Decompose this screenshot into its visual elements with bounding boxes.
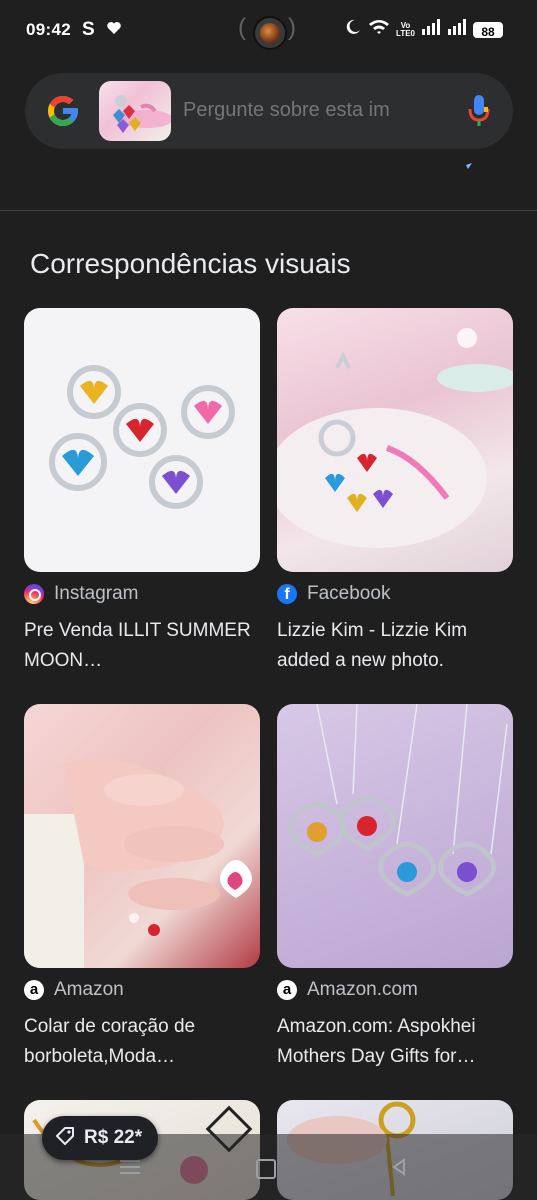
result-image[interactable] (24, 308, 260, 572)
result-card[interactable]: Instagram Pre Venda ILLIT SUMMER MOON… (24, 308, 260, 676)
microphone-icon[interactable] (467, 93, 491, 129)
search-bar[interactable] (25, 73, 513, 149)
search-input[interactable] (183, 99, 451, 122)
result-image[interactable] (277, 308, 513, 572)
result-source[interactable]: a Amazon.com (277, 978, 513, 1002)
status-icons: Vo LTE0 88 (344, 18, 503, 41)
price-label: R$ 22* (84, 1127, 143, 1148)
battery-icon: 88 (473, 21, 503, 39)
price-tag-icon (54, 1125, 76, 1152)
source-name: Amazon (54, 979, 124, 1000)
result-title[interactable]: Colar de coração de borboleta,Moda… (24, 1012, 260, 1072)
paren-right-icon: ) (288, 14, 296, 41)
moon-icon (344, 18, 362, 41)
source-name: Amazon.com (307, 979, 418, 1000)
result-card[interactable]: f Facebook Lizzie Kim - Lizzie Kim added… (277, 308, 513, 676)
amazon-icon: a (277, 980, 297, 1000)
result-source[interactable]: a Amazon (24, 978, 260, 1002)
result-image[interactable] (277, 704, 513, 968)
amazon-icon: a (24, 980, 44, 1000)
result-title[interactable]: Pre Venda ILLIT SUMMER MOON… (24, 616, 260, 676)
google-logo-icon[interactable] (45, 93, 81, 129)
result-source[interactable]: f Facebook (277, 582, 513, 606)
status-time: 09:42 (26, 20, 71, 39)
facebook-icon: f (277, 584, 297, 604)
signal-icon (421, 19, 441, 40)
instagram-icon (24, 584, 44, 604)
caret-icon (466, 158, 474, 176)
result-source[interactable]: Instagram (24, 582, 260, 606)
status-bar: 09:42 S ( ) Vo LTE0 88 (0, 0, 537, 60)
volte-indicator: Vo LTE0 (396, 20, 415, 38)
result-card[interactable]: a Amazon Colar de coração de borboleta,M… (24, 704, 260, 1072)
divider (0, 210, 537, 211)
section-title: Correspondências visuais (30, 248, 351, 279)
result-title[interactable]: Amazon.com: Aspokhei Mothers Day Gifts f… (277, 1012, 513, 1072)
paren-left-icon: ( (238, 14, 246, 41)
carrier-s-icon: S (82, 19, 95, 40)
result-title[interactable]: Lizzie Kim - Lizzie Kim added a new phot… (277, 616, 513, 676)
query-image-thumbnail[interactable] (99, 81, 171, 141)
result-image[interactable] (24, 704, 260, 968)
source-name: Facebook (307, 583, 391, 604)
back-icon[interactable] (390, 1158, 408, 1181)
wifi-icon (368, 18, 390, 41)
signal-icon-2 (447, 19, 467, 40)
recent-apps-icon[interactable] (120, 1160, 140, 1174)
home-icon[interactable] (256, 1159, 276, 1179)
price-chip[interactable]: R$ 22* (42, 1116, 159, 1160)
avatar[interactable] (253, 16, 287, 50)
result-card[interactable]: a Amazon.com Amazon.com: Aspokhei Mother… (277, 704, 513, 1072)
heart-icon (106, 20, 122, 41)
source-name: Instagram (54, 583, 139, 604)
